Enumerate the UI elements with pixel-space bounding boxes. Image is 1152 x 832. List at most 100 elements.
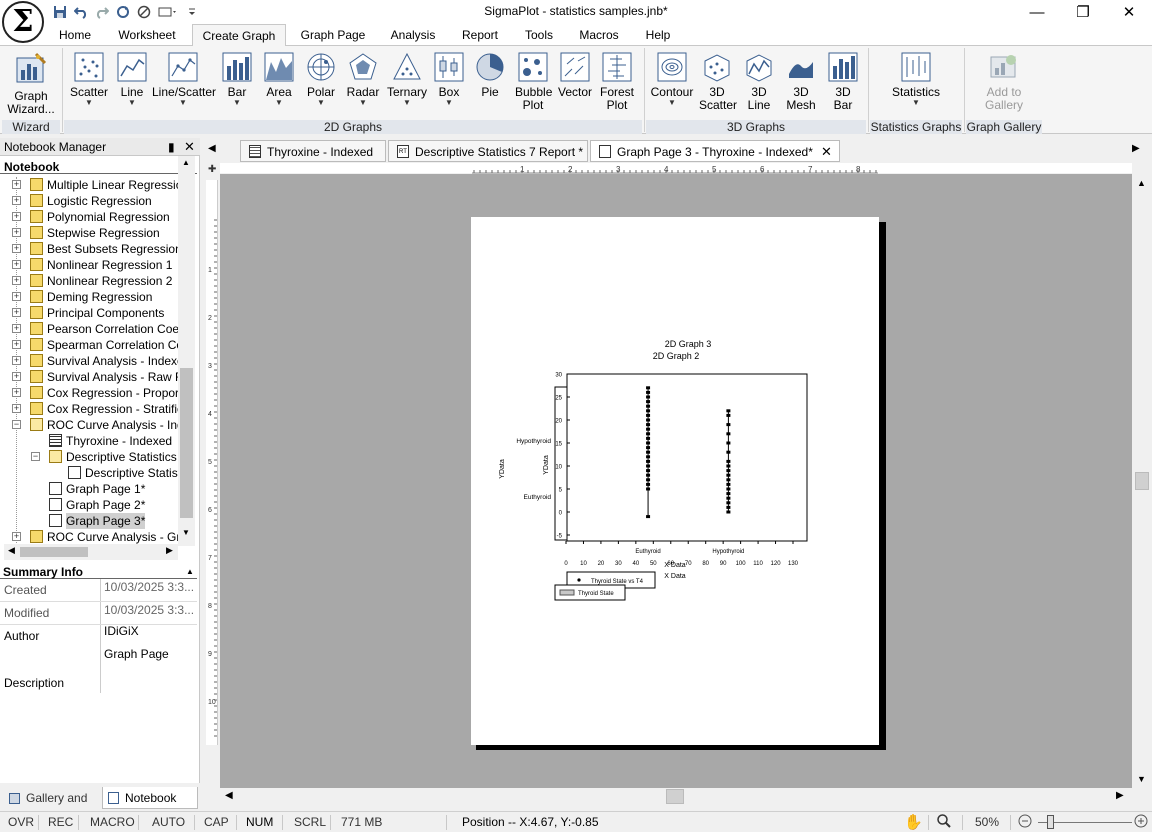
collapse-icon[interactable]: − bbox=[31, 452, 40, 461]
tree-item[interactable]: + Logistic Regression bbox=[0, 193, 178, 209]
polar-button[interactable]: Polar ▼ bbox=[300, 52, 342, 107]
expand-icon[interactable]: + bbox=[12, 340, 21, 349]
pan-hand-icon[interactable]: ✋ bbox=[904, 813, 923, 831]
summary-value[interactable]: IDiGiX bbox=[104, 624, 196, 638]
area-button[interactable]: Area ▼ bbox=[258, 52, 300, 107]
main-h-scroll-thumb[interactable] bbox=[666, 789, 684, 804]
tree-item[interactable]: + Nonlinear Regression 1 bbox=[0, 257, 178, 273]
summary-value[interactable]: Graph Page bbox=[104, 647, 196, 661]
tree-item[interactable]: + Stepwise Regression bbox=[0, 225, 178, 241]
radar-button[interactable]: Radar ▼ bbox=[342, 52, 384, 107]
save-icon[interactable] bbox=[52, 4, 68, 20]
redo-icon[interactable] bbox=[94, 4, 110, 20]
main-horizontal-scrollbar[interactable]: ◀ ▶ bbox=[220, 788, 1132, 806]
graph-title-back[interactable]: 2D Graph 2 bbox=[653, 351, 700, 361]
minimize-button[interactable]: — bbox=[1014, 0, 1060, 24]
scroll-thumb[interactable] bbox=[180, 368, 193, 518]
graph-title-front[interactable]: 2D Graph 3 bbox=[665, 339, 712, 349]
graph-wizard-button[interactable]: Graph Wizard... bbox=[4, 52, 58, 116]
contour-button[interactable]: Contour ▼ bbox=[648, 52, 696, 107]
expand-icon[interactable]: + bbox=[12, 388, 21, 397]
pie-button[interactable]: Pie bbox=[470, 52, 510, 99]
tab-help[interactable]: Help bbox=[636, 24, 680, 46]
ternary-button[interactable]: Ternary ▼ bbox=[384, 52, 430, 107]
main-scroll-down-icon[interactable]: ▼ bbox=[1137, 774, 1146, 784]
tab-home[interactable]: Home bbox=[52, 24, 98, 46]
h-scroll-thumb[interactable] bbox=[20, 547, 88, 557]
3d-bar-button[interactable]: 3D Bar bbox=[822, 52, 864, 112]
undo-icon[interactable] bbox=[73, 4, 89, 20]
tree-item[interactable]: + Polynomial Regression bbox=[0, 209, 178, 225]
expand-icon[interactable]: + bbox=[12, 404, 21, 413]
main-scroll-up-icon[interactable]: ▲ bbox=[1137, 178, 1146, 188]
tree-item[interactable]: + Best Subsets Regression bbox=[0, 241, 178, 257]
tree-item[interactable]: − ROC Curve Analysis - Inde bbox=[0, 417, 178, 433]
expand-icon[interactable]: + bbox=[12, 244, 21, 253]
expand-icon[interactable]: + bbox=[12, 180, 21, 189]
tree-item[interactable]: + Principal Components bbox=[0, 305, 178, 321]
scroll-down-arrow-icon[interactable]: ▼ bbox=[182, 528, 190, 537]
window-menu-icon[interactable] bbox=[157, 4, 179, 20]
front-x-axis-label[interactable]: X Data bbox=[664, 573, 686, 580]
tree-item[interactable]: + Pearson Correlation Coeffi bbox=[0, 321, 178, 337]
expand-icon[interactable]: + bbox=[12, 356, 21, 365]
expand-icon[interactable]: + bbox=[12, 260, 21, 269]
expand-icon[interactable]: + bbox=[12, 276, 21, 285]
tree-item[interactable]: Graph Page 1* bbox=[0, 481, 178, 497]
tree-item[interactable]: + Nonlinear Regression 2 bbox=[0, 273, 178, 289]
doc-tab-worksheet[interactable]: Thyroxine - Indexed bbox=[240, 140, 386, 162]
expand-icon[interactable]: + bbox=[12, 196, 21, 205]
line-button[interactable]: Line ▼ bbox=[112, 52, 152, 107]
notebook-vertical-scrollbar[interactable]: ▲ ▼ bbox=[178, 156, 195, 546]
tree-item[interactable]: + Cox Regression - Proportio bbox=[0, 385, 178, 401]
tree-item[interactable]: Graph Page 3* bbox=[0, 513, 178, 529]
collapse-summary-icon[interactable]: ▲ bbox=[186, 565, 194, 579]
expand-icon[interactable]: + bbox=[12, 532, 21, 541]
front-y-axis-label[interactable]: YData bbox=[543, 455, 550, 475]
3d-scatter-button[interactable]: 3D Scatter bbox=[696, 52, 738, 112]
expand-icon[interactable]: + bbox=[12, 372, 21, 381]
tab-report[interactable]: Report bbox=[454, 24, 506, 46]
bubble-plot-button[interactable]: Bubble Plot bbox=[510, 52, 556, 112]
tree-item[interactable]: + Cox Regression - Stratified bbox=[0, 401, 178, 417]
graph-page-sheet[interactable]: 2D Graph 3 2D Graph 2 Hypothyroid Euthyr… bbox=[471, 217, 879, 745]
back-y-axis-label[interactable]: YData bbox=[499, 459, 506, 479]
3d-line-button[interactable]: 3D Line bbox=[738, 52, 780, 112]
doc-tab-graph-page[interactable]: Graph Page 3 - Thyroxine - Indexed* ✕ bbox=[590, 140, 840, 162]
refresh-icon[interactable] bbox=[115, 4, 131, 20]
front-plot-frame[interactable] bbox=[566, 373, 808, 542]
tree-item[interactable]: Thyroxine - Indexed bbox=[0, 433, 178, 449]
tab-graph-page[interactable]: Graph Page bbox=[294, 24, 372, 46]
expand-icon[interactable]: + bbox=[12, 292, 21, 301]
close-tab-icon[interactable]: ✕ bbox=[821, 141, 832, 163]
main-v-scroll-thumb[interactable] bbox=[1135, 472, 1149, 490]
expand-icon[interactable]: + bbox=[12, 228, 21, 237]
app-logo[interactable]: Σ bbox=[2, 1, 44, 43]
bar-button[interactable]: Bar ▼ bbox=[216, 52, 258, 107]
zoom-slider-thumb[interactable] bbox=[1047, 815, 1054, 829]
line-scatter-button[interactable]: Line/Scatter ▼ bbox=[152, 52, 216, 107]
scroll-left-arrow-icon[interactable]: ◀ bbox=[8, 545, 15, 556]
notebook-manager-tab[interactable]: Notebook M... bbox=[102, 787, 198, 827]
3d-mesh-button[interactable]: 3D Mesh bbox=[780, 52, 822, 112]
restore-button[interactable]: ❐ bbox=[1060, 0, 1106, 24]
scroll-up-arrow-icon[interactable]: ▲ bbox=[182, 158, 190, 167]
add-to-gallery-button[interactable]: Add to Gallery bbox=[974, 52, 1034, 112]
tree-item[interactable]: + Survival Analysis - Indexed bbox=[0, 353, 178, 369]
main-vertical-scrollbar[interactable]: ▲ ▼ bbox=[1132, 174, 1152, 788]
pin-icon[interactable]: ▮ bbox=[168, 138, 175, 156]
tabs-scroll-left-icon[interactable]: ◀ bbox=[208, 143, 216, 154]
gallery-panel-tab[interactable]: Gallery and ... bbox=[4, 787, 100, 827]
tab-worksheet[interactable]: Worksheet bbox=[108, 24, 186, 46]
tab-tools[interactable]: Tools bbox=[516, 24, 562, 46]
collapse-icon[interactable]: − bbox=[12, 420, 21, 429]
stop-icon[interactable] bbox=[136, 4, 152, 20]
zoom-magnifier-icon[interactable] bbox=[936, 813, 952, 832]
forest-plot-button[interactable]: Forest Plot bbox=[596, 52, 638, 112]
expand-icon[interactable]: + bbox=[12, 212, 21, 221]
scatter-button[interactable]: Scatter ▼ bbox=[66, 52, 112, 107]
box-button[interactable]: Box ▼ bbox=[430, 52, 468, 107]
expand-icon[interactable]: + bbox=[12, 308, 21, 317]
notebook-horizontal-scrollbar[interactable]: ◀ ▶ bbox=[4, 544, 178, 560]
zoom-in-icon[interactable] bbox=[1134, 814, 1148, 831]
